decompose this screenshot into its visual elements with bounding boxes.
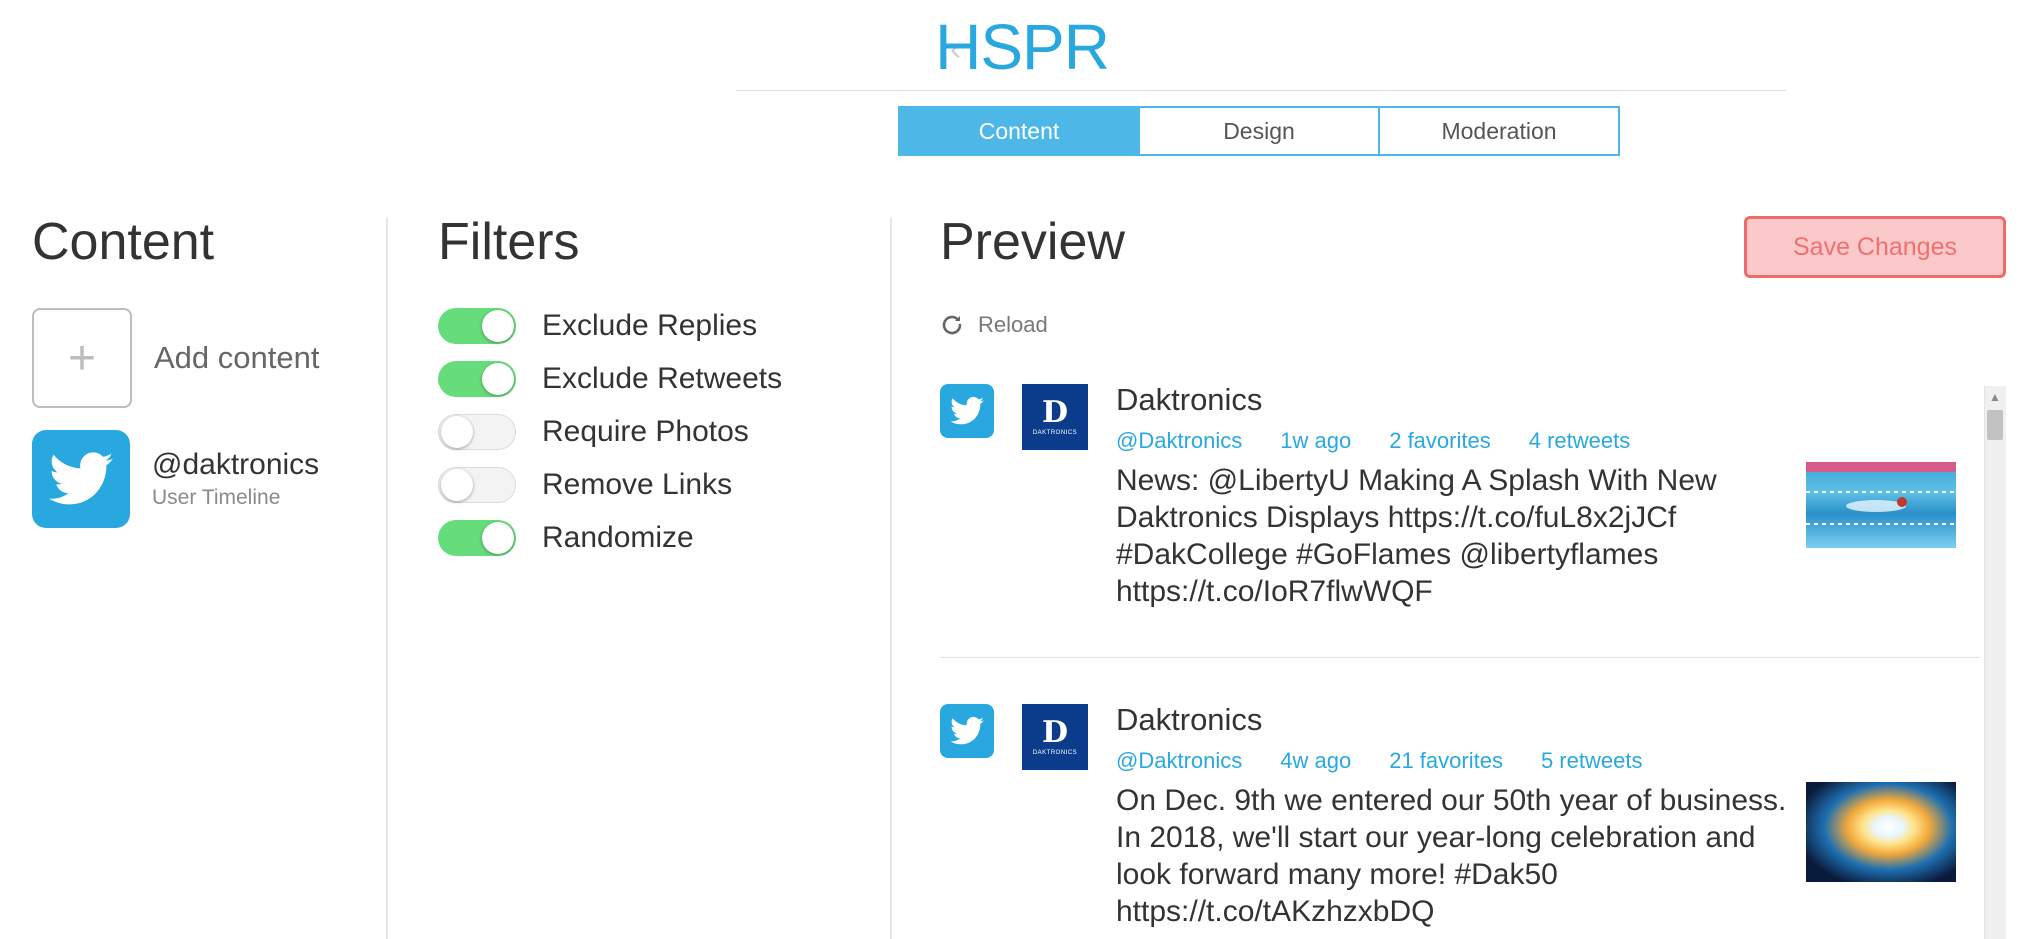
daktronics-logo-icon: D [1041,395,1068,430]
post-retweets[interactable]: 4 retweets [1529,428,1631,454]
require-photos-toggle[interactable] [438,414,516,450]
swimmer-image [1806,462,1956,525]
twitter-bird-icon [950,397,984,425]
post-retweets[interactable]: 5 retweets [1541,748,1643,774]
post-separator [940,657,1980,658]
exclude-replies-toggle[interactable] [438,308,516,344]
post-favorites[interactable]: 2 favorites [1389,428,1491,454]
filter-randomize: Randomize [438,520,694,556]
reload-icon [942,315,962,335]
tab-bar: Content Design Moderation [898,106,1620,156]
column-divider [386,218,388,939]
filter-exclude-replies: Exclude Replies [438,308,757,344]
page-title: HSPR [935,11,1110,83]
post-source-tile [940,704,994,758]
tab-moderation[interactable]: Moderation [1378,106,1620,156]
scroll-up-arrow-icon[interactable]: ▲ [1984,386,2006,408]
post-source-tile [940,384,994,438]
filter-label: Randomize [542,521,694,554]
post-author: Daktronics [1116,382,1263,417]
add-content-button[interactable]: + [32,308,132,408]
post-handle[interactable]: @Daktronics [1116,428,1242,454]
toggle-knob [482,310,514,342]
avatar-text: DAKTRONICS [1032,430,1078,436]
filter-label: Exclude Replies [542,309,758,342]
toggle-knob [482,363,514,395]
column-divider [890,218,892,939]
avatar: D DAKTRONICS [1022,384,1088,450]
post-image[interactable] [1806,782,1956,882]
preview-heading: Preview [940,213,1125,271]
reload-label: Reload [978,312,1048,337]
post-age[interactable]: 4w ago [1280,748,1351,774]
plus-icon: + [67,331,97,385]
preview-scrollbar[interactable] [1984,386,2006,939]
filter-require-photos: Require Photos [438,414,749,450]
reload-button[interactable]: Reload [940,312,1048,338]
filters-heading: Filters [438,213,580,271]
post-favorites[interactable]: 21 favorites [1389,748,1503,774]
filter-label: Require Photos [542,415,749,448]
filter-remove-links: Remove Links [438,467,732,503]
source-twitter-tile[interactable] [32,430,130,528]
twitter-bird-icon [49,452,113,505]
save-changes-button[interactable]: Save Changes [1744,216,2006,278]
post-meta: @Daktronics 4w ago 21 favorites 5 retwee… [1116,748,1680,774]
add-content-label[interactable]: Add content [154,340,319,376]
filter-label: Exclude Retweets [542,362,783,395]
toggle-knob [441,416,473,448]
avatar-text: DAKTRONICS [1032,750,1078,756]
post-meta: @Daktronics 1w ago 2 favorites 4 retweet… [1116,428,1668,454]
source-name: @daktronics [152,448,320,481]
randomize-toggle[interactable] [438,520,516,556]
header-divider [736,90,1786,91]
daktronics-logo-icon: D [1041,715,1068,750]
scrollbar-thumb[interactable] [1987,410,2003,440]
exclude-retweets-toggle[interactable] [438,361,516,397]
post-image[interactable] [1806,462,1956,548]
toggle-knob [482,522,514,554]
source-type: User Timeline [152,486,281,509]
post-age[interactable]: 1w ago [1280,428,1351,454]
post-text: News: @LibertyU Making A Splash With New… [1116,464,1717,608]
twitter-bird-icon [950,717,984,745]
tab-content[interactable]: Content [898,106,1140,156]
remove-links-toggle[interactable] [438,467,516,503]
post-author: Daktronics [1116,702,1263,737]
post-text: On Dec. 9th we entered our 50th year of … [1116,784,1787,928]
post-handle[interactable]: @Daktronics [1116,748,1242,774]
tab-design[interactable]: Design [1138,106,1380,156]
avatar: D DAKTRONICS [1022,704,1088,770]
toggle-knob [441,469,473,501]
content-heading: Content [32,213,215,271]
filter-exclude-retweets: Exclude Retweets [438,361,782,397]
filter-label: Remove Links [542,468,733,501]
